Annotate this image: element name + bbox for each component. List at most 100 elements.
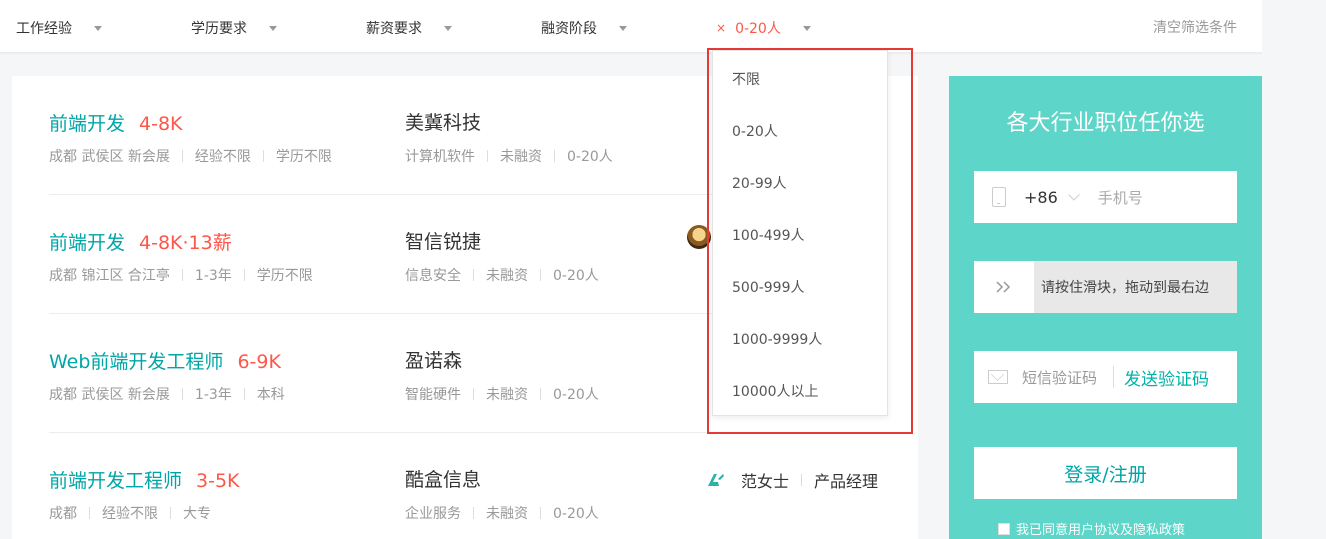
company-meta: 信息安全 未融资 0-20人	[405, 265, 599, 285]
job-title-line[interactable]: 前端开发 4-8K	[49, 109, 183, 136]
divider	[473, 388, 474, 400]
job-education: 学历不限	[256, 268, 313, 284]
company-scale: 0-20人	[553, 506, 599, 522]
divider	[540, 388, 541, 400]
sms-code-input[interactable]: 短信验证码	[1022, 367, 1097, 388]
recruiter-avatar[interactable]	[687, 225, 711, 249]
recruiter-name: 范女士	[741, 472, 790, 491]
filter-experience-label: 工作经验	[16, 21, 72, 37]
job-education: 学历不限	[275, 149, 332, 165]
filter-financing-label: 融资阶段	[541, 21, 597, 37]
job-title[interactable]: 前端开发工程师	[49, 470, 182, 492]
divider	[801, 474, 803, 486]
caret-down-icon	[619, 25, 627, 31]
job-title[interactable]: 前端开发	[49, 232, 125, 254]
company-name[interactable]: 盈诺森	[405, 346, 462, 373]
company-industry: 计算机软件	[405, 149, 475, 165]
company-financing: 未融资	[486, 268, 528, 284]
chevron-down-icon[interactable]	[1068, 188, 1080, 201]
send-code-button[interactable]: 发送验证码	[1124, 365, 1209, 390]
divider	[540, 269, 541, 281]
scale-dropdown: 不限 0-20人 20-99人 100-499人 500-999人 1000-9…	[712, 50, 888, 416]
scale-option[interactable]: 0-20人	[732, 121, 778, 141]
scale-option[interactable]: 不限	[732, 69, 760, 89]
job-experience: 经验不限	[194, 149, 251, 165]
company-name[interactable]: 美冀科技	[405, 108, 481, 135]
job-title-line[interactable]: 前端开发 4-8K·13薪	[49, 228, 232, 255]
divider	[181, 269, 183, 281]
filter-scale[interactable]: × 0-20人	[716, 18, 811, 38]
job-meta: 成都 锦江区 合江亭 1-3年 学历不限	[49, 265, 313, 285]
divider	[243, 269, 245, 281]
job-location: 成都 锦江区 合江亭	[49, 268, 170, 284]
agreement[interactable]: 我已同意用户协议及隐私政策	[998, 519, 1185, 538]
job-title[interactable]: Web前端开发工程师	[49, 351, 223, 373]
clear-filters-link[interactable]: 清空筛选条件	[1153, 17, 1237, 37]
company-financing: 未融资	[486, 506, 528, 522]
filter-education-label: 学历要求	[191, 21, 247, 37]
divider	[487, 150, 488, 162]
divider	[540, 507, 541, 519]
job-salary: 3-5K	[196, 470, 240, 492]
company-name[interactable]: 智信锐捷	[405, 227, 481, 254]
job-title-line[interactable]: Web前端开发工程师 6-9K	[49, 347, 281, 374]
company-industry: 企业服务	[405, 506, 461, 522]
company-meta: 计算机软件 未融资 0-20人	[405, 146, 613, 166]
slider-handle[interactable]	[974, 261, 1034, 313]
recruiter-info[interactable]: 范女士 产品经理	[707, 468, 878, 492]
agree-checkbox[interactable]	[998, 522, 1010, 535]
phone-input[interactable]: 手机号	[1098, 187, 1143, 208]
slider-captcha[interactable]: 请按住滑块，拖动到最右边	[974, 261, 1237, 313]
job-education: 大专	[183, 506, 211, 522]
login-register-button[interactable]: 登录/注册	[974, 447, 1237, 499]
scale-option[interactable]: 100-499人	[732, 225, 805, 245]
job-education: 本科	[256, 387, 285, 403]
filter-education[interactable]: 学历要求	[191, 18, 277, 38]
double-chevron-right-icon	[996, 281, 1011, 293]
company-scale: 0-20人	[567, 149, 613, 165]
caret-down-icon	[94, 25, 102, 31]
job-salary: 6-9K	[237, 351, 281, 373]
filter-experience[interactable]: 工作经验	[16, 18, 102, 38]
filter-salary[interactable]: 薪资要求	[366, 18, 452, 38]
job-location: 成都	[49, 506, 77, 522]
scale-option[interactable]: 500-999人	[732, 277, 805, 297]
login-panel: 各大行业职位任你选 +86 手机号 请按住滑块，拖动到最右边 短信验证码 发送验…	[949, 76, 1262, 539]
company-financing: 未融资	[486, 387, 528, 403]
job-location: 成都 武侯区 新会展	[49, 149, 170, 165]
sms-code-field[interactable]: 短信验证码 发送验证码	[974, 351, 1237, 403]
divider	[243, 388, 245, 400]
company-financing: 未融资	[500, 149, 542, 165]
phone-field[interactable]: +86 手机号	[974, 171, 1237, 223]
divider	[181, 150, 183, 162]
job-experience: 经验不限	[102, 506, 158, 522]
filter-financing[interactable]: 融资阶段	[541, 18, 627, 38]
divider	[473, 269, 474, 281]
company-meta: 智能硬件 未融资 0-20人	[405, 384, 599, 404]
job-meta: 成都 经验不限 大专	[49, 503, 211, 523]
recruiter-position: 产品经理	[814, 472, 879, 491]
job-title[interactable]: 前端开发	[49, 113, 125, 135]
panel-title: 各大行业职位任你选	[1006, 111, 1205, 136]
job-experience: 1-3年	[194, 268, 232, 284]
company-scale: 0-20人	[553, 268, 599, 284]
job-title-line[interactable]: 前端开发工程师 3-5K	[49, 466, 240, 493]
clear-filter-icon[interactable]: ×	[716, 21, 726, 35]
filter-salary-label: 薪资要求	[366, 21, 422, 37]
divider	[170, 507, 171, 519]
caret-down-icon	[269, 25, 277, 31]
scale-option[interactable]: 1000-9999人	[732, 329, 822, 349]
job-salary: 4-8K·13薪	[139, 232, 232, 254]
caret-down-icon	[802, 25, 811, 31]
company-name[interactable]: 酷盒信息	[405, 465, 481, 492]
agreement-label: 我已同意用户协议及隐私政策	[1016, 523, 1186, 538]
scale-option[interactable]: 20-99人	[732, 173, 787, 193]
country-code-select[interactable]: +86	[1024, 188, 1058, 207]
job-meta: 成都 武侯区 新会展 经验不限 学历不限	[49, 146, 332, 166]
divider	[473, 507, 474, 519]
job-experience: 1-3年	[194, 387, 232, 403]
divider	[181, 388, 183, 400]
scale-option[interactable]: 10000人以上	[732, 381, 819, 401]
job-location: 成都 武侯区 新会展	[49, 387, 170, 403]
job-salary: 4-8K	[139, 113, 183, 135]
